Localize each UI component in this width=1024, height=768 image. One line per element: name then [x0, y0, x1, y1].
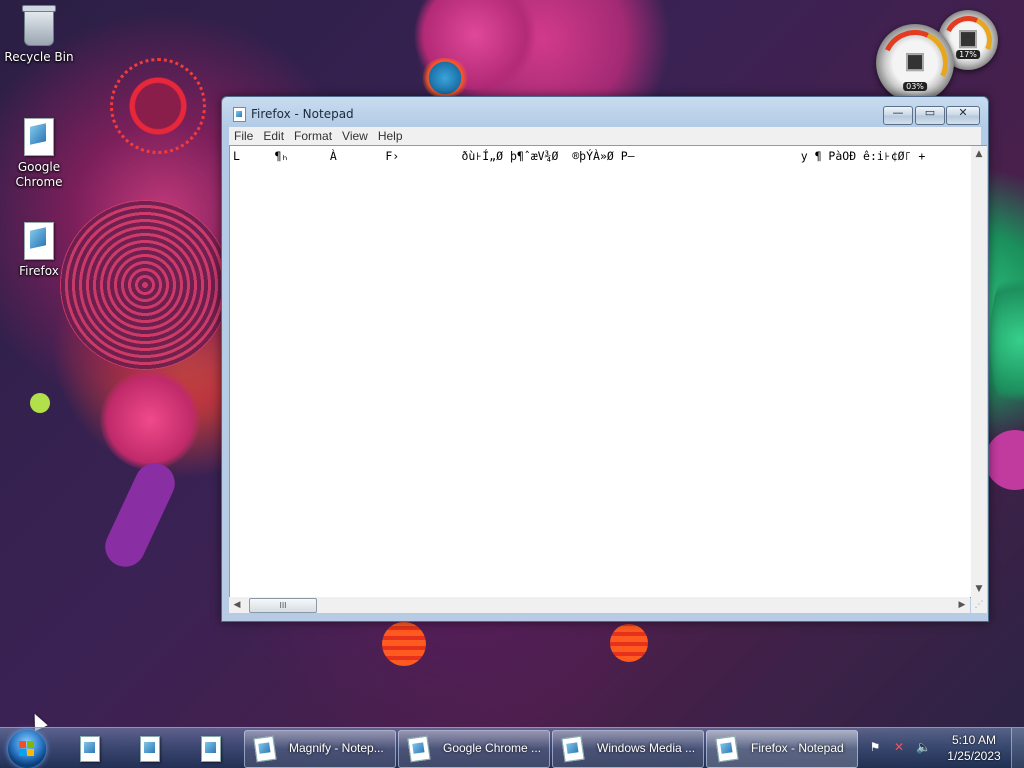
memory-readout: 17% [956, 50, 980, 59]
scroll-left-icon[interactable]: ◀ [229, 597, 245, 613]
horizontal-scroll-thumb[interactable]: III [249, 598, 317, 613]
cpu-readout: 03% [903, 82, 927, 91]
desktop-icon-label: Firefox [19, 264, 59, 278]
scroll-down-icon[interactable]: ▼ [971, 581, 987, 597]
menu-view[interactable]: View [337, 127, 373, 145]
wallpaper-blob [985, 430, 1024, 490]
menu-bar: File Edit Format View Help [229, 127, 981, 145]
memory-chip-icon [959, 30, 977, 49]
minimize-button[interactable]: — [883, 106, 913, 125]
pinned-notepad-3[interactable] [184, 733, 234, 765]
desktop-icon-label: Recycle Bin [4, 50, 74, 64]
notepad-icon [140, 736, 160, 762]
cpu-meter-gadget[interactable]: 03% [872, 20, 958, 106]
notepad-icon [201, 736, 221, 762]
desktop-icon-firefox[interactable]: Firefox [4, 222, 74, 279]
menu-edit[interactable]: Edit [258, 127, 289, 145]
task-label: Windows Media ... [597, 741, 696, 755]
taskbar: Magnify - Notep... Google Chrome ... Win… [0, 727, 1024, 768]
minimize-icon: — [892, 106, 904, 119]
task-firefox-notepad[interactable]: Firefox - Notepad [706, 730, 858, 768]
task-google-chrome[interactable]: Google Chrome ... [398, 730, 550, 768]
task-windows-media[interactable]: Windows Media ... [552, 730, 704, 768]
notepad-icon [80, 736, 100, 762]
windows-logo-icon [19, 741, 35, 757]
scroll-right-icon[interactable]: ▶ [954, 597, 970, 613]
maximize-button[interactable]: ▭ [915, 106, 945, 125]
horizontal-scrollbar[interactable]: ◀ III ▶ [229, 597, 970, 613]
start-button[interactable] [8, 730, 46, 768]
notepad-icon [561, 735, 585, 763]
notepad-app-icon[interactable] [233, 107, 246, 122]
action-center-icon[interactable]: ⚑ [868, 740, 882, 754]
clock-date: 1/25/2023 [947, 749, 1001, 763]
volume-icon[interactable]: 🔈 [916, 740, 931, 754]
title-bar[interactable]: Firefox - Notepad — ▭ ✕ [222, 97, 988, 125]
pinned-notepad-2[interactable] [123, 733, 173, 765]
close-icon: ✕ [958, 106, 968, 119]
task-label: Firefox - Notepad [751, 741, 844, 755]
notepad-icon [253, 735, 277, 763]
menu-file[interactable]: File [229, 127, 258, 145]
wallpaper-blob [420, 58, 470, 98]
window-title: Firefox - Notepad [251, 107, 354, 121]
scroll-up-icon[interactable]: ▲ [971, 146, 987, 162]
wallpaper-blob [60, 200, 230, 370]
show-desktop-button[interactable] [1011, 728, 1024, 768]
text-editor[interactable]: L ¶ₕ À F› ðù꜔Í„Ø þ¶ˆæV¾Ø ®þÝÀ»Ø P– y ¶ P… [229, 145, 972, 598]
wallpaper-ball [382, 622, 426, 666]
notepad-file-icon [24, 118, 54, 156]
task-label: Magnify - Notep... [289, 741, 384, 755]
task-magnify[interactable]: Magnify - Notep... [244, 730, 396, 768]
network-error-icon[interactable]: ✕ [892, 740, 906, 754]
wallpaper-blob [990, 260, 1024, 420]
wallpaper-spark [30, 393, 50, 413]
notepad-file-icon [24, 222, 54, 260]
resize-grip-icon[interactable]: ⋰ [971, 597, 987, 613]
desktop-icon-google-chrome[interactable]: Google Chrome [4, 118, 74, 190]
notepad-icon [715, 735, 739, 763]
desktop-icon-label: Google Chrome [15, 160, 63, 189]
task-label: Google Chrome ... [443, 741, 542, 755]
menu-help[interactable]: Help [373, 127, 408, 145]
taskbar-clock[interactable]: 5:10 AM 1/25/2023 [936, 732, 1012, 764]
vertical-scrollbar[interactable]: ▲ ▼ [971, 145, 987, 597]
close-button[interactable]: ✕ [946, 106, 980, 125]
wallpaper-blob [98, 456, 182, 574]
recycle-bin-icon [22, 5, 56, 46]
notepad-window: Firefox - Notepad — ▭ ✕ File Edit Format Vi… [221, 96, 989, 622]
pinned-notepad-1[interactable] [63, 733, 113, 765]
desktop-icon-recycle-bin[interactable]: Recycle Bin [4, 5, 74, 65]
menu-format[interactable]: Format [289, 127, 337, 145]
wallpaper-blob [100, 370, 200, 470]
wallpaper-sun [110, 58, 206, 154]
document-text: L ¶ₕ À F› ðù꜔Í„Ø þ¶ˆæV¾Ø ®þÝÀ»Ø P– y ¶ P… [233, 149, 926, 163]
clock-time: 5:10 AM [951, 733, 997, 747]
notepad-icon [407, 735, 431, 763]
cpu-chip-icon [906, 53, 924, 72]
wallpaper-ball [610, 624, 648, 662]
maximize-icon: ▭ [924, 106, 936, 119]
